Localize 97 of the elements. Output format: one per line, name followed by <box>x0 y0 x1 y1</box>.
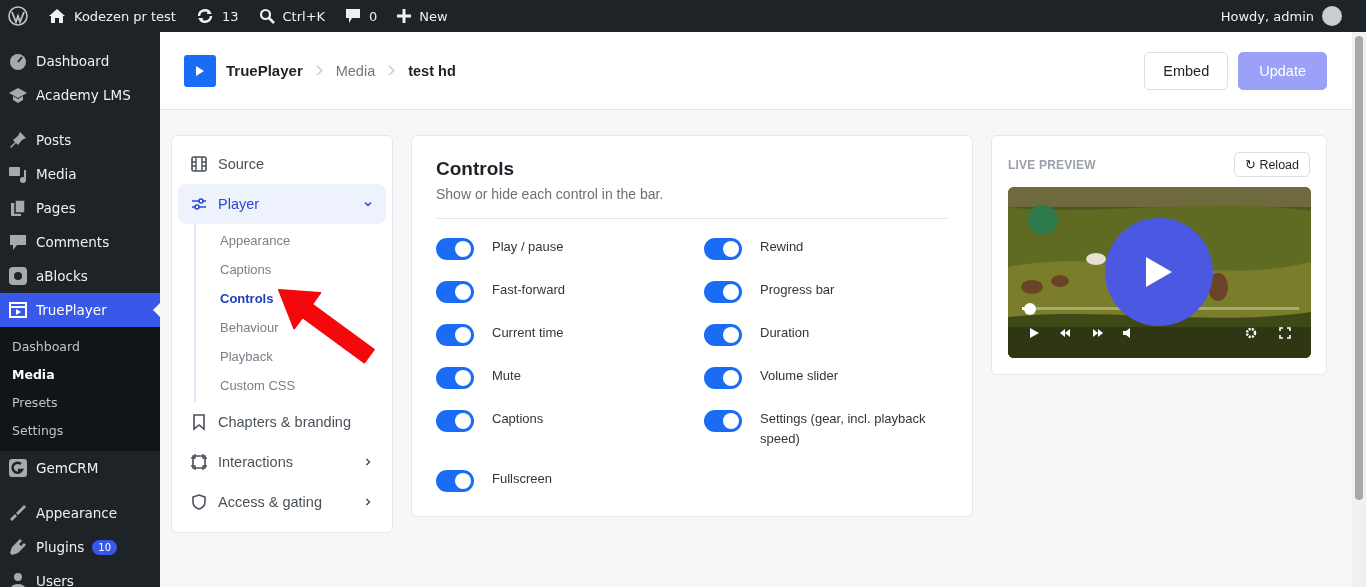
toggle-label: Volume slider <box>760 367 839 385</box>
secondary-button[interactable]: Embed <box>1144 51 1229 90</box>
sidebar-item[interactable]: TruePlayer <box>0 293 160 327</box>
nav-subitem[interactable]: Appearance <box>220 226 291 255</box>
breadcrumb-item: test hd <box>408 62 456 79</box>
toggle-switch[interactable] <box>436 281 474 303</box>
sidebar-item[interactable]: Posts <box>0 123 160 157</box>
nav-subitem[interactable]: Custom CSS <box>220 371 296 400</box>
chevron-right-icon <box>315 65 323 76</box>
sidebar-item[interactable]: Users <box>0 564 160 587</box>
gauge-icon <box>8 51 28 71</box>
sidebar-item[interactable]: aBlocks <box>0 259 160 293</box>
sidebar-item[interactable]: Academy LMS <box>0 78 160 112</box>
toggle-label: Mute <box>492 367 521 385</box>
toggle-switch[interactable] <box>436 238 474 260</box>
search-icon <box>258 8 275 24</box>
toggle-switch[interactable] <box>704 410 742 432</box>
brand-name: TruePlayer <box>226 62 303 79</box>
preview-title: LIVE PREVIEW <box>1008 157 1096 172</box>
cap-icon <box>8 85 28 105</box>
shield-icon <box>190 493 208 511</box>
nav-item[interactable]: Player <box>178 184 386 224</box>
sidebar-item[interactable]: Pages <box>0 191 160 225</box>
plus-icon <box>397 9 412 23</box>
greeting[interactable]: Howdy, admin <box>1220 8 1314 24</box>
sidebar-item[interactable]: Appearance <box>0 496 160 530</box>
nav-subitem[interactable]: Playback <box>220 342 273 371</box>
count-badge: 10 <box>92 539 118 555</box>
play-icon[interactable] <box>1028 327 1040 339</box>
frame-icon <box>190 453 208 471</box>
wordpress-logo-icon[interactable] <box>8 6 28 26</box>
toggle-label: Fullscreen <box>492 470 552 488</box>
sidebar-item[interactable]: Plugins 10 <box>0 530 160 564</box>
film-icon <box>8 300 28 320</box>
reload-button[interactable]: ↻ Reload <box>1233 152 1310 177</box>
nav-subitem[interactable]: Behaviour <box>220 313 279 342</box>
search-link[interactable]: Ctrl+K <box>258 8 326 24</box>
rewind-icon[interactable] <box>1059 327 1071 339</box>
film-strip-icon <box>190 155 208 173</box>
nav-subitem[interactable]: Captions <box>220 255 272 284</box>
toggle-switch[interactable] <box>704 367 742 389</box>
settings-icon[interactable] <box>1245 327 1257 339</box>
comment-icon <box>8 232 28 252</box>
pages-icon <box>8 198 28 218</box>
toggle-switch[interactable] <box>704 324 742 346</box>
toggle-label: Current time <box>492 324 564 342</box>
submenu-item[interactable]: Settings <box>0 417 160 445</box>
toggle-label: Duration <box>760 324 810 342</box>
nav-item[interactable]: Interactions <box>178 442 386 482</box>
fullscreen-icon[interactable] <box>1279 327 1291 339</box>
toggle-label: Fast-forward <box>492 281 565 299</box>
sidebar-item[interactable]: Dashboard <box>0 44 160 78</box>
submenu-item[interactable]: Presets <box>0 389 160 417</box>
toggle-label: Rewind <box>760 238 804 256</box>
toggle-label: Progress bar <box>760 281 835 299</box>
toggle-switch[interactable] <box>436 470 474 492</box>
toggle-switch[interactable] <box>704 281 742 303</box>
submenu-item[interactable]: Dashboard <box>0 333 160 361</box>
new-link[interactable]: New <box>397 8 448 24</box>
pin-icon <box>8 130 28 150</box>
blocks-icon <box>8 266 28 286</box>
scrollbar[interactable] <box>1352 32 1366 587</box>
site-link[interactable]: Kodezen pr test <box>48 8 176 24</box>
toggle-label: Captions <box>492 410 544 428</box>
toggle-switch[interactable] <box>436 410 474 432</box>
play-logo-icon <box>184 54 216 87</box>
home-icon <box>48 8 66 24</box>
sliders-icon <box>190 195 208 213</box>
section-title: Controls <box>436 158 516 180</box>
play-icon <box>1144 255 1174 289</box>
breadcrumb-item[interactable]: Media <box>335 62 376 79</box>
gem-icon <box>8 458 28 478</box>
avatar-icon[interactable] <box>1322 6 1342 26</box>
plug-icon <box>8 537 28 557</box>
nav-item[interactable]: Access & gating <box>178 482 386 522</box>
comment-icon <box>345 8 362 24</box>
sidebar-item[interactable]: Comments <box>0 225 160 259</box>
fast-forward-icon[interactable] <box>1092 327 1104 339</box>
toggle-switch[interactable] <box>436 367 474 389</box>
chevron-right-icon <box>388 65 396 76</box>
sidebar-item[interactable]: GemCRM <box>0 451 160 485</box>
toggle-label: Play / pause <box>492 238 564 256</box>
refresh-icon <box>195 8 214 24</box>
nav-item[interactable]: Chapters & branding <box>178 402 386 442</box>
media-icon <box>8 164 28 184</box>
bookmark-icon <box>190 413 208 431</box>
submenu-item[interactable]: Media <box>0 361 160 389</box>
section-subtitle: Show or hide each control in the bar. <box>436 186 948 219</box>
toggle-switch[interactable] <box>436 324 474 346</box>
nav-item[interactable]: Source <box>178 144 386 184</box>
updates-link[interactable]: 13 <box>195 8 239 24</box>
comments-link[interactable]: 0 <box>345 8 378 24</box>
sidebar-item[interactable]: Media <box>0 157 160 191</box>
toggle-switch[interactable] <box>704 238 742 260</box>
nav-subitem[interactable]: Controls <box>220 284 274 313</box>
toggle-label: Settings (gear, incl. playback speed) <box>760 410 927 448</box>
brush-icon <box>8 503 28 523</box>
